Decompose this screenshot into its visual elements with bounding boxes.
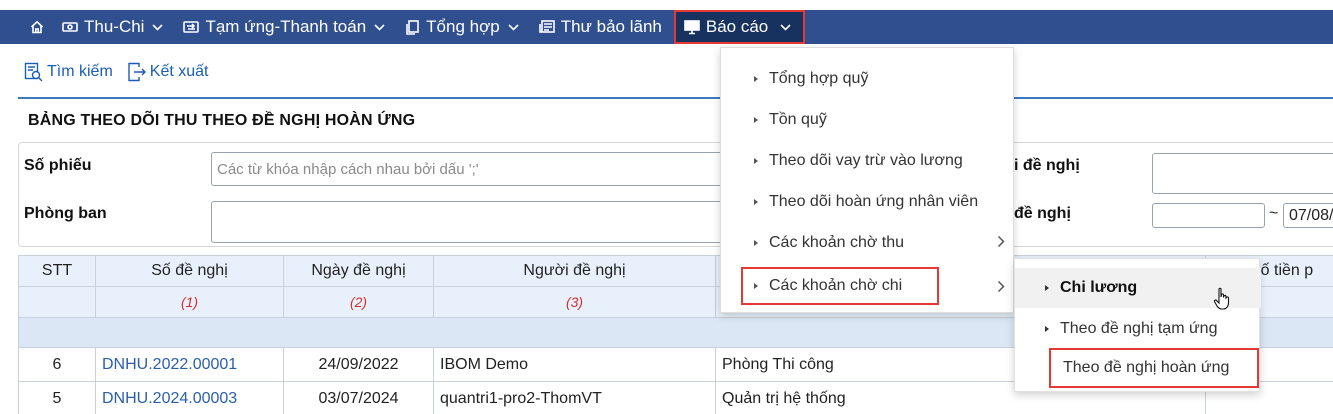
home-button[interactable]	[0, 10, 52, 44]
menu-item-label: Tổng hợp quỹ	[769, 70, 869, 87]
cell-stt: 6	[18, 347, 96, 382]
bullet-icon	[1045, 326, 1049, 332]
menu-item-vay-tru-luong[interactable]: Theo dõi vay trừ vào lương	[721, 141, 1015, 181]
cell-nguoi: quantri1-pro2-ThomVT	[433, 381, 716, 414]
export-button[interactable]: Kết xuất	[127, 62, 209, 82]
documents-icon	[405, 19, 420, 35]
nav-thu-chi[interactable]: Thu-Chi	[52, 10, 173, 44]
nav-thu-bao-lanh[interactable]: Thư bảo lãnh	[529, 10, 672, 44]
nav-thu-chi-label: Thu-Chi	[84, 17, 145, 36]
nguoi-de-nghi-input[interactable]	[1152, 153, 1333, 194]
nav-thu-bao-lanh-label: Thư bảo lãnh	[560, 17, 662, 36]
cell-stt: 5	[18, 381, 96, 414]
ngay-de-nghi-label: đề nghị	[1014, 205, 1071, 222]
col-header-ngay-de-nghi[interactable]: Ngày đề nghị	[283, 255, 434, 287]
search-button[interactable]: Tìm kiếm	[24, 62, 113, 82]
app-root: { "nav": { "thu_chi": "Thu-Chi", "tam_un…	[0, 0, 1333, 414]
so-de-nghi-link[interactable]: DNHU.2024.00003	[102, 390, 237, 407]
cell-ngay: 03/07/2024	[283, 381, 434, 414]
filter-panel: Số phiếu Các từ khóa nhập cách nhau bởi …	[18, 142, 1333, 247]
chevron-right-icon	[997, 235, 1005, 248]
index-cell: (2)	[283, 286, 434, 318]
phong-ban-input[interactable]	[211, 201, 731, 243]
bao-cao-dropdown: Tổng hợp quỹ Tồn quỹ Theo dõi vay trừ và…	[720, 47, 1014, 313]
phong-ban-label: Phòng ban	[24, 205, 107, 222]
search-button-label: Tìm kiếm	[47, 63, 113, 80]
col-header-so-de-nghi[interactable]: Số đề nghị	[95, 255, 284, 287]
top-navbar: Thu-Chi Tạm ứng-Thanh toán Tổng hợp Thư …	[0, 10, 1333, 44]
index-cell	[18, 286, 96, 318]
menu-item-label: Các khoản chờ chi	[769, 277, 903, 294]
transfer-icon	[183, 20, 200, 34]
menu-item-label: Các khoản chờ thu	[769, 234, 905, 251]
export-button-label: Kết xuất	[149, 63, 209, 80]
nav-bao-cao-label: Báo cáo	[705, 17, 769, 36]
menu-item-ton-quy[interactable]: Tồn quỹ	[721, 100, 1015, 140]
date-separator: ~	[1269, 205, 1279, 222]
date-to-value: 07/08/	[1289, 206, 1333, 224]
so-phieu-placeholder: Các từ khóa nhập cách nhau bởi dấu ';'	[217, 160, 479, 178]
home-icon	[30, 20, 44, 34]
so-de-nghi-link[interactable]: DNHU.2022.00001	[102, 356, 237, 373]
bullet-icon	[754, 117, 758, 123]
menu-item-label: Theo dõi hoàn ứng nhân viên	[769, 193, 979, 210]
toolbar: Tìm kiếm Kết xuất	[24, 62, 208, 82]
chevron-right-icon	[997, 280, 1005, 293]
hand-cursor-icon	[1213, 287, 1231, 316]
cell-nguoi: IBOM Demo	[433, 347, 716, 382]
nav-bao-cao[interactable]: Báo cáo	[673, 10, 806, 44]
so-phieu-label: Số phiếu	[24, 157, 92, 174]
chevron-down-icon	[374, 23, 385, 31]
index-cell: (1)	[95, 286, 284, 318]
date-to-input[interactable]: 07/08/	[1283, 203, 1333, 228]
menu-item-tong-hop-quy[interactable]: Tổng hợp quỹ	[721, 59, 1015, 99]
cho-chi-submenu: Chi lương Theo đề nghị tạm ứng Theo đề n…	[1014, 258, 1261, 392]
search-doc-icon	[24, 62, 43, 82]
cash-icon	[62, 20, 78, 34]
menu-item-cho-thu[interactable]: Các khoản chờ thu	[721, 223, 1015, 263]
bullet-icon	[754, 76, 758, 82]
menu-item-label: Tồn quỹ	[769, 111, 827, 128]
nav-tong-hop[interactable]: Tổng hợp	[395, 10, 529, 44]
submenu-item-label: Theo đề nghị hoàn ứng	[1063, 359, 1230, 376]
submenu-item-label: Chi lương	[1060, 279, 1138, 296]
bullet-icon	[1045, 285, 1049, 291]
chevron-down-icon	[508, 23, 519, 31]
chevron-down-icon	[780, 23, 791, 31]
nav-tong-hop-label: Tổng hợp	[426, 17, 500, 36]
menu-item-label: Theo dõi vay trừ vào lương	[769, 152, 963, 169]
newspaper-icon	[538, 20, 555, 34]
export-icon	[128, 62, 146, 82]
col-header-stt[interactable]: STT	[18, 255, 96, 287]
so-phieu-input[interactable]: Các từ khóa nhập cách nhau bởi dấu ';'	[211, 152, 731, 186]
nav-tam-ung[interactable]: Tạm ứng-Thanh toán	[173, 10, 395, 44]
bullet-icon	[754, 283, 758, 289]
submenu-item-label: Theo đề nghị tạm ứng	[1060, 320, 1218, 337]
chevron-down-icon	[152, 23, 164, 31]
index-cell: (3)	[433, 286, 716, 318]
monitor-icon	[684, 19, 700, 35]
bullet-icon	[754, 240, 758, 246]
bullet-icon	[754, 199, 758, 205]
menu-item-hoan-ung-nhan-vien[interactable]: Theo dõi hoàn ứng nhân viên	[721, 182, 1015, 222]
nav-tam-ung-label: Tạm ứng-Thanh toán	[205, 17, 367, 36]
submenu-item-de-nghi-hoan-ung[interactable]: Theo đề nghị hoàn ứng	[1049, 348, 1259, 388]
page-title: BẢNG THEO DÕI THU THEO ĐỀ NGHỊ HOÀN ỨNG	[28, 112, 416, 129]
col-header-nguoi-de-nghi[interactable]: Người đề nghị	[433, 255, 716, 287]
date-from-input[interactable]	[1152, 203, 1265, 228]
menu-item-cho-chi[interactable]: Các khoản chờ chi	[741, 267, 939, 305]
cell-ngay: 24/09/2022	[283, 347, 434, 382]
nguoi-de-nghi-label: i đề nghị	[1014, 157, 1080, 174]
bullet-icon	[754, 158, 758, 164]
toolbar-divider	[18, 97, 1333, 99]
